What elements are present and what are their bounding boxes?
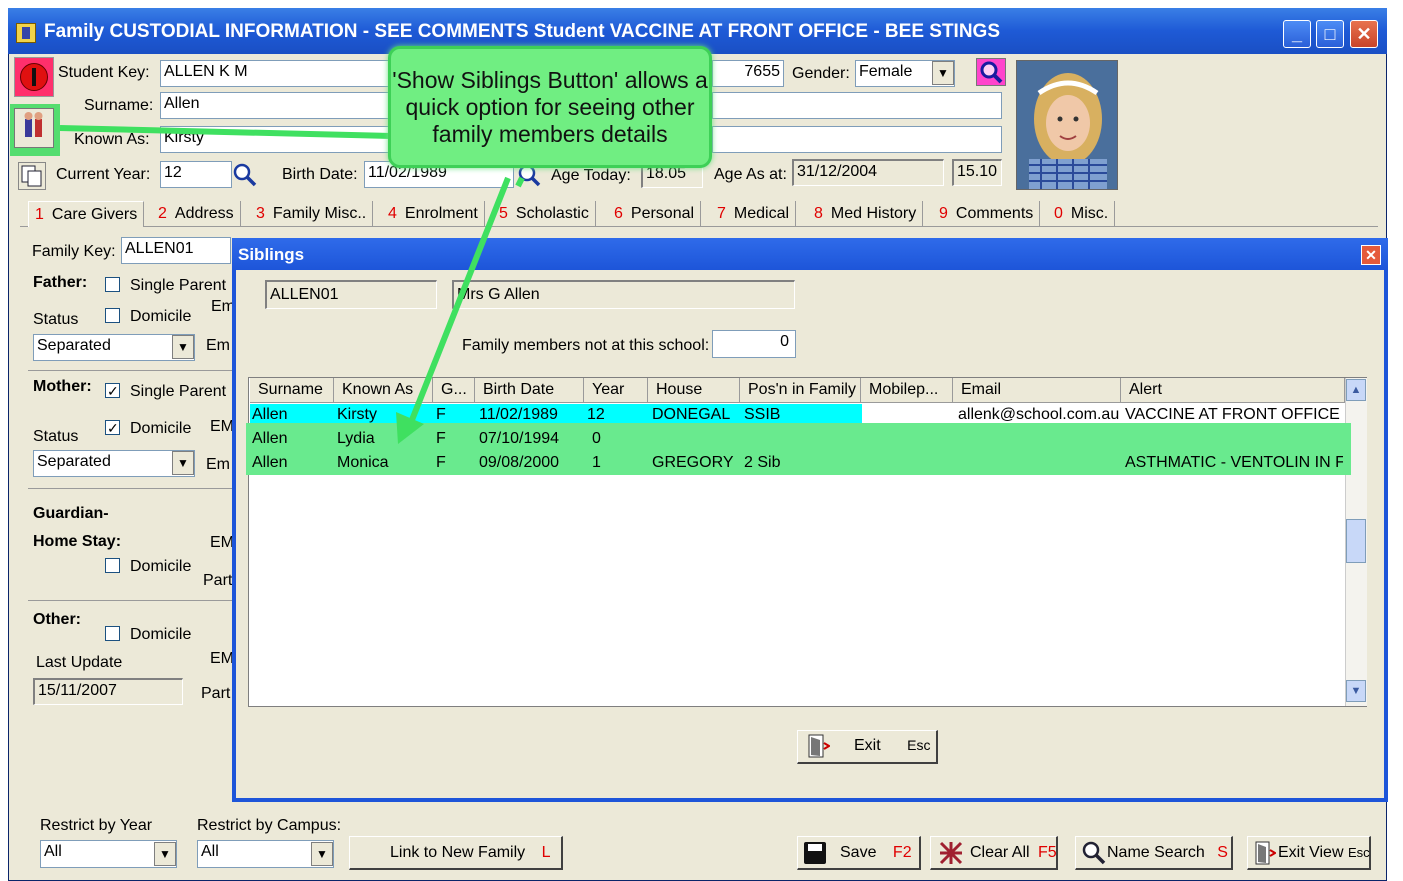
siblings-callout: 'Show Siblings Button' allows a quick op… (388, 46, 712, 168)
